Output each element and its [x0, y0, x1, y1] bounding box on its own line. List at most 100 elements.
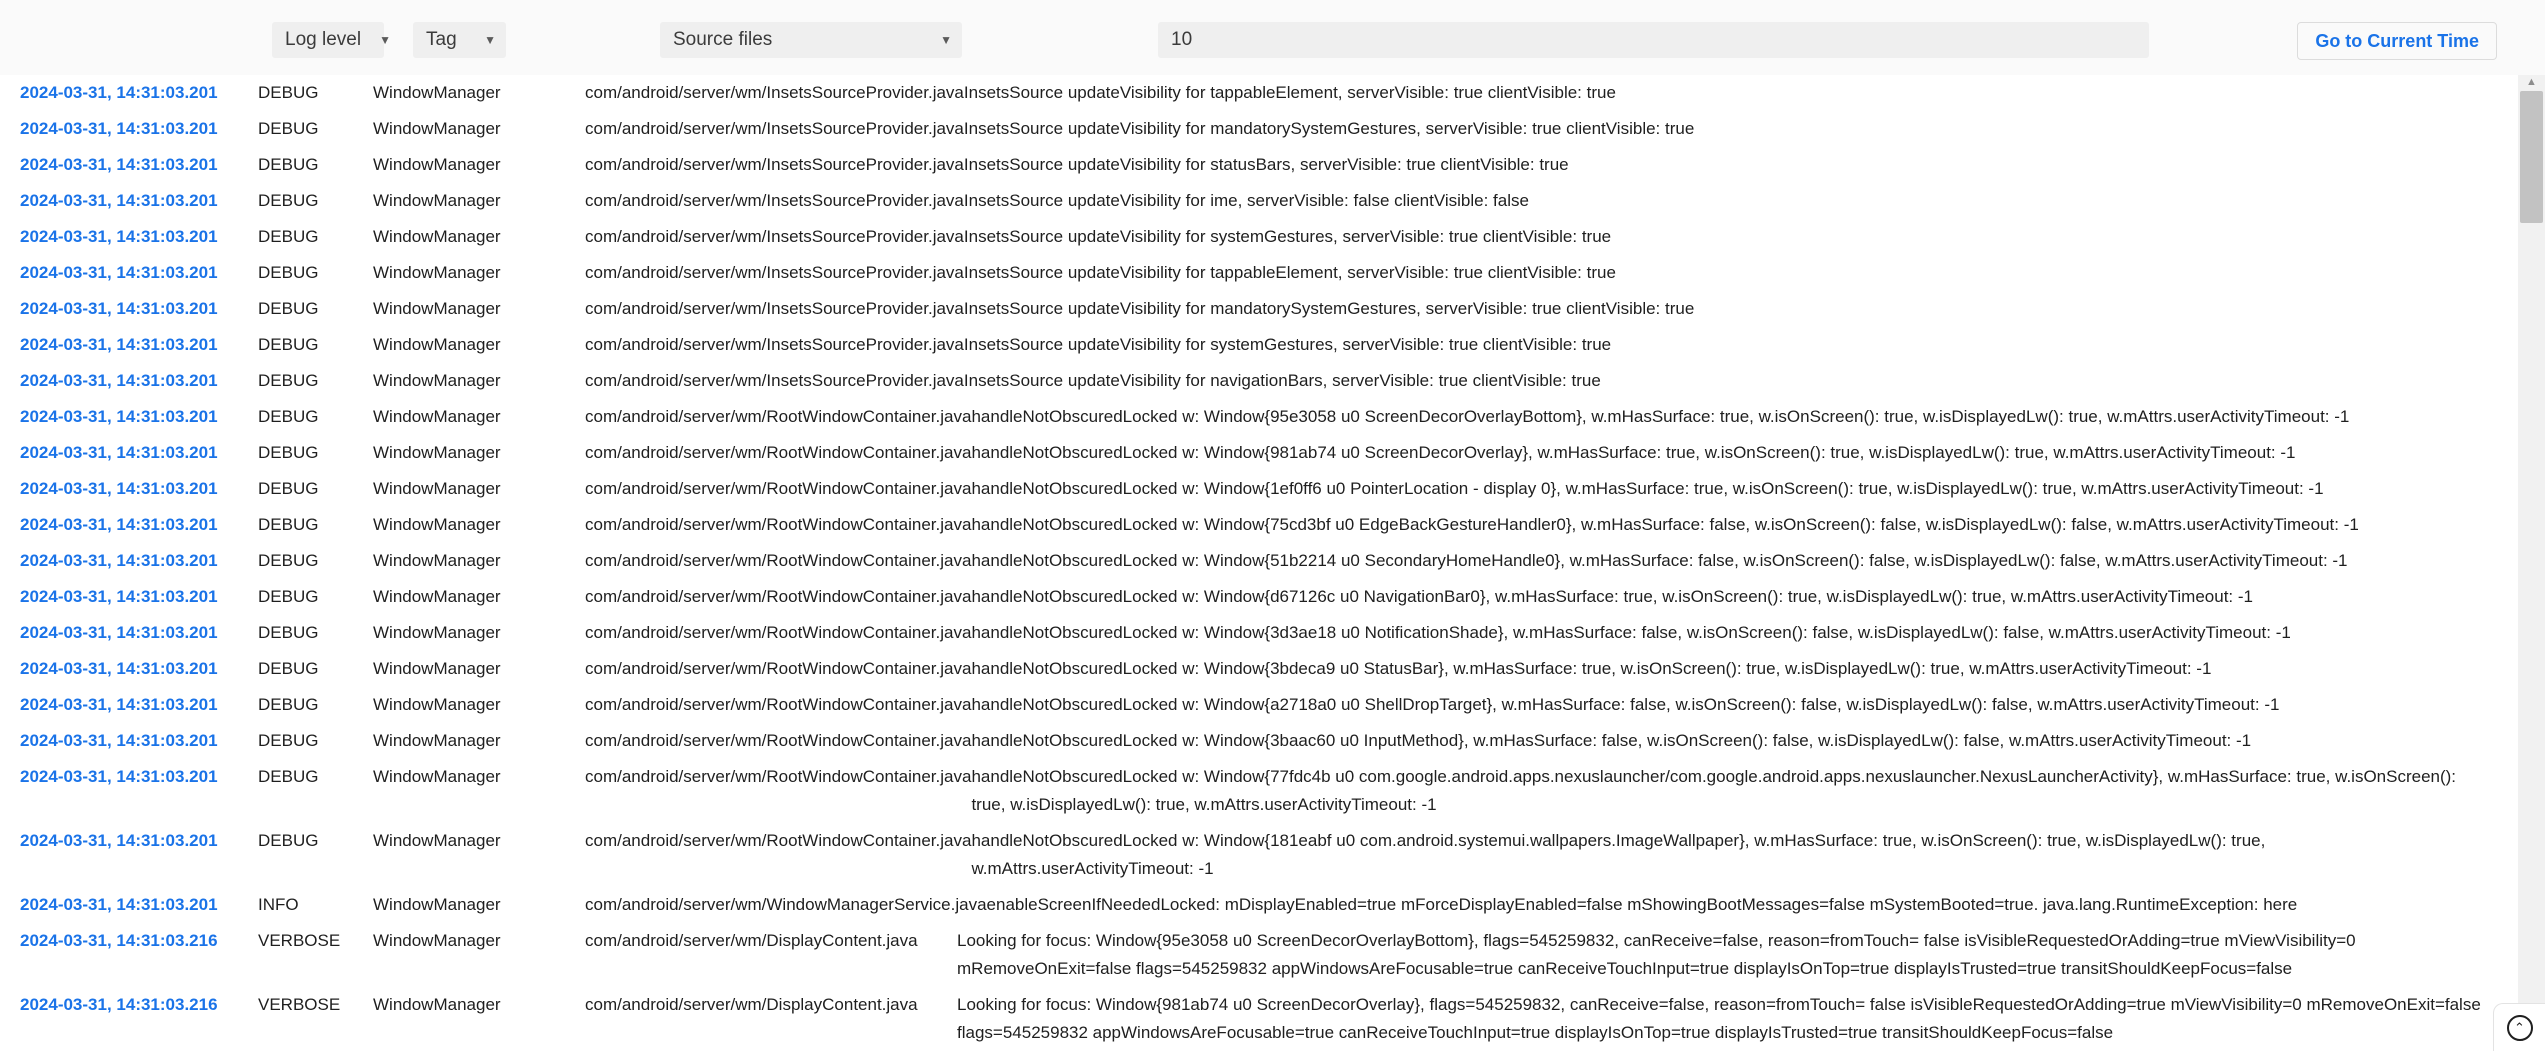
- log-message: InsetsSource updateVisibility for system…: [963, 227, 1612, 246]
- log-tag: WindowManager: [373, 515, 501, 534]
- log-level: DEBUG: [258, 831, 319, 850]
- log-row[interactable]: 2024-03-31, 14:31:03.201 DEBUG WindowManag…: [0, 651, 2518, 687]
- log-row[interactable]: 2024-03-31, 14:31:03.201 DEBUG WindowManag…: [0, 579, 2518, 615]
- log-timestamp: 2024-03-31, 14:31:03.201: [20, 767, 218, 786]
- log-level-dropdown[interactable]: Log level ▼: [272, 22, 391, 58]
- log-source-file: com/android/server/wm/RootWindowContaine…: [585, 407, 972, 426]
- log-tag: WindowManager: [373, 623, 501, 642]
- log-row[interactable]: 2024-03-31, 14:31:03.201 DEBUG WindowManag…: [0, 219, 2518, 255]
- log-timestamp: 2024-03-31, 14:31:03.201: [20, 623, 218, 642]
- log-tag: WindowManager: [373, 443, 501, 462]
- log-message: handleNotObscuredLocked w: Window{1ef0ff…: [971, 479, 2324, 498]
- log-source-file: com/android/server/wm/RootWindowContaine…: [585, 731, 972, 750]
- log-list: 2024-03-31, 14:31:03.201 DEBUG WindowManag…: [0, 75, 2545, 1051]
- log-message: handleNotObscuredLocked w: Window{51b221…: [971, 551, 2348, 570]
- log-source-file: com/android/server/wm/RootWindowContaine…: [585, 659, 972, 678]
- log-level: DEBUG: [258, 407, 319, 426]
- log-row[interactable]: 2024-03-31, 14:31:03.201 DEBUG WindowManag…: [0, 399, 2518, 435]
- log-timestamp: 2024-03-31, 14:31:03.201: [20, 263, 218, 282]
- log-row[interactable]: 2024-03-31, 14:31:03.201 DEBUG WindowManag…: [0, 111, 2518, 147]
- log-timestamp: 2024-03-31, 14:31:03.201: [20, 191, 218, 210]
- log-source-file: com/android/server/wm/InsetsSourceProvid…: [585, 263, 964, 282]
- log-message: handleNotObscuredLocked w: Window{75cd3b…: [971, 515, 2359, 534]
- log-timestamp: 2024-03-31, 14:31:03.201: [20, 515, 218, 534]
- log-level: DEBUG: [258, 83, 319, 102]
- log-timestamp: 2024-03-31, 14:31:03.201: [20, 551, 218, 570]
- scrollbar-up-arrow-icon[interactable]: ▲: [2518, 75, 2545, 89]
- log-tag: WindowManager: [373, 83, 501, 102]
- logcat-toolbar: Log level ▼ Tag ▼ Source files ▼ Go to C…: [0, 0, 2545, 75]
- log-level: DEBUG: [258, 659, 319, 678]
- log-tag: WindowManager: [373, 227, 501, 246]
- log-level: DEBUG: [258, 299, 319, 318]
- log-timestamp: 2024-03-31, 14:31:03.201: [20, 407, 218, 426]
- scroll-to-top-button[interactable]: ⌃: [2493, 1003, 2545, 1051]
- log-row[interactable]: 2024-03-31, 14:31:03.201 DEBUG WindowManag…: [0, 183, 2518, 219]
- log-row[interactable]: 2024-03-31, 14:31:03.201 DEBUG WindowManag…: [0, 327, 2518, 363]
- log-tag: WindowManager: [373, 551, 501, 570]
- log-level: DEBUG: [258, 731, 319, 750]
- log-row[interactable]: 2024-03-31, 14:31:03.201 DEBUG WindowManag…: [0, 363, 2518, 399]
- log-timestamp: 2024-03-31, 14:31:03.216: [20, 995, 218, 1014]
- log-row[interactable]: 2024-03-31, 14:31:03.201 DEBUG WindowManag…: [0, 759, 2518, 823]
- log-message: InsetsSource updateVisibility for tappab…: [963, 83, 1616, 102]
- source-files-dropdown[interactable]: Source files ▼: [660, 22, 962, 58]
- log-message: handleNotObscuredLocked w: Window{981ab7…: [971, 443, 2296, 462]
- log-source-file: com/android/server/wm/RootWindowContaine…: [585, 623, 972, 642]
- log-timestamp: 2024-03-31, 14:31:03.201: [20, 83, 218, 102]
- log-timestamp: 2024-03-31, 14:31:03.201: [20, 155, 218, 174]
- log-tag: WindowManager: [373, 731, 501, 750]
- log-source-file: com/android/server/wm/RootWindowContaine…: [585, 695, 972, 714]
- log-timestamp: 2024-03-31, 14:31:03.201: [20, 479, 218, 498]
- tag-dropdown[interactable]: Tag ▼: [413, 22, 506, 58]
- log-row[interactable]: 2024-03-31, 14:31:03.216 VERBOSE WindowMan…: [0, 923, 2518, 987]
- chevron-down-icon: ▼: [484, 33, 496, 47]
- search-input[interactable]: [1158, 22, 2149, 58]
- log-message: InsetsSource updateVisibility for naviga…: [963, 371, 1601, 390]
- log-level: DEBUG: [258, 515, 319, 534]
- log-level: DEBUG: [258, 227, 319, 246]
- log-source-file: com/android/server/wm/RootWindowContaine…: [585, 767, 972, 786]
- log-source-file: com/android/server/wm/WindowManagerServi…: [585, 895, 987, 914]
- log-row[interactable]: 2024-03-31, 14:31:03.201 DEBUG WindowManag…: [0, 615, 2518, 651]
- log-row[interactable]: 2024-03-31, 14:31:03.201 DEBUG WindowManag…: [0, 543, 2518, 579]
- log-level: DEBUG: [258, 479, 319, 498]
- log-row[interactable]: 2024-03-31, 14:31:03.201 DEBUG WindowManag…: [0, 687, 2518, 723]
- log-row[interactable]: 2024-03-31, 14:31:03.201 DEBUG WindowManag…: [0, 507, 2518, 543]
- log-tag: WindowManager: [373, 587, 501, 606]
- log-row[interactable]: 2024-03-31, 14:31:03.201 DEBUG WindowManag…: [0, 823, 2518, 887]
- log-source-file: com/android/server/wm/DisplayContent.jav…: [585, 995, 918, 1014]
- log-tag: WindowManager: [373, 119, 501, 138]
- log-message: handleNotObscuredLocked w: Window{d67126…: [971, 587, 2253, 606]
- log-message: InsetsSource updateVisibility for status…: [963, 155, 1569, 174]
- log-row[interactable]: 2024-03-31, 14:31:03.201 INFO WindowManage…: [0, 887, 2518, 923]
- log-row[interactable]: 2024-03-31, 14:31:03.201 DEBUG WindowManag…: [0, 291, 2518, 327]
- log-source-file: com/android/server/wm/InsetsSourceProvid…: [585, 371, 964, 390]
- log-level: DEBUG: [258, 587, 319, 606]
- log-timestamp: 2024-03-31, 14:31:03.201: [20, 731, 218, 750]
- log-level: INFO: [258, 895, 299, 914]
- vertical-scrollbar[interactable]: ▲ ▼: [2518, 75, 2545, 1051]
- log-source-file: com/android/server/wm/RootWindowContaine…: [585, 479, 972, 498]
- log-row[interactable]: 2024-03-31, 14:31:03.201 DEBUG WindowManag…: [0, 255, 2518, 291]
- log-message: InsetsSource updateVisibility for system…: [963, 335, 1612, 354]
- log-timestamp: 2024-03-31, 14:31:03.201: [20, 587, 218, 606]
- log-source-file: com/android/server/wm/RootWindowContaine…: [585, 515, 972, 534]
- log-source-file: com/android/server/wm/DisplayContent.jav…: [585, 931, 918, 950]
- log-row[interactable]: 2024-03-31, 14:31:03.201 DEBUG WindowManag…: [0, 75, 2518, 111]
- go-to-current-time-button[interactable]: Go to Current Time: [2297, 22, 2497, 60]
- scrollbar-thumb[interactable]: [2520, 91, 2543, 223]
- log-row[interactable]: 2024-03-31, 14:31:03.201 DEBUG WindowManag…: [0, 471, 2518, 507]
- log-timestamp: 2024-03-31, 14:31:03.201: [20, 335, 218, 354]
- log-timestamp: 2024-03-31, 14:31:03.201: [20, 119, 218, 138]
- log-source-file: com/android/server/wm/RootWindowContaine…: [585, 551, 972, 570]
- log-message: handleNotObscuredLocked w: Window{a2718a…: [971, 695, 2280, 714]
- log-source-file: com/android/server/wm/InsetsSourceProvid…: [585, 299, 964, 318]
- chevron-down-icon: ▼: [940, 33, 952, 47]
- log-level: DEBUG: [258, 443, 319, 462]
- log-row[interactable]: 2024-03-31, 14:31:03.216 VERBOSE WindowMan…: [0, 987, 2518, 1051]
- log-row[interactable]: 2024-03-31, 14:31:03.201 DEBUG WindowManag…: [0, 435, 2518, 471]
- log-message: enableScreenIfNeededLocked: mDisplayEnab…: [986, 895, 2298, 914]
- log-row[interactable]: 2024-03-31, 14:31:03.201 DEBUG WindowManag…: [0, 723, 2518, 759]
- log-row[interactable]: 2024-03-31, 14:31:03.201 DEBUG WindowManag…: [0, 147, 2518, 183]
